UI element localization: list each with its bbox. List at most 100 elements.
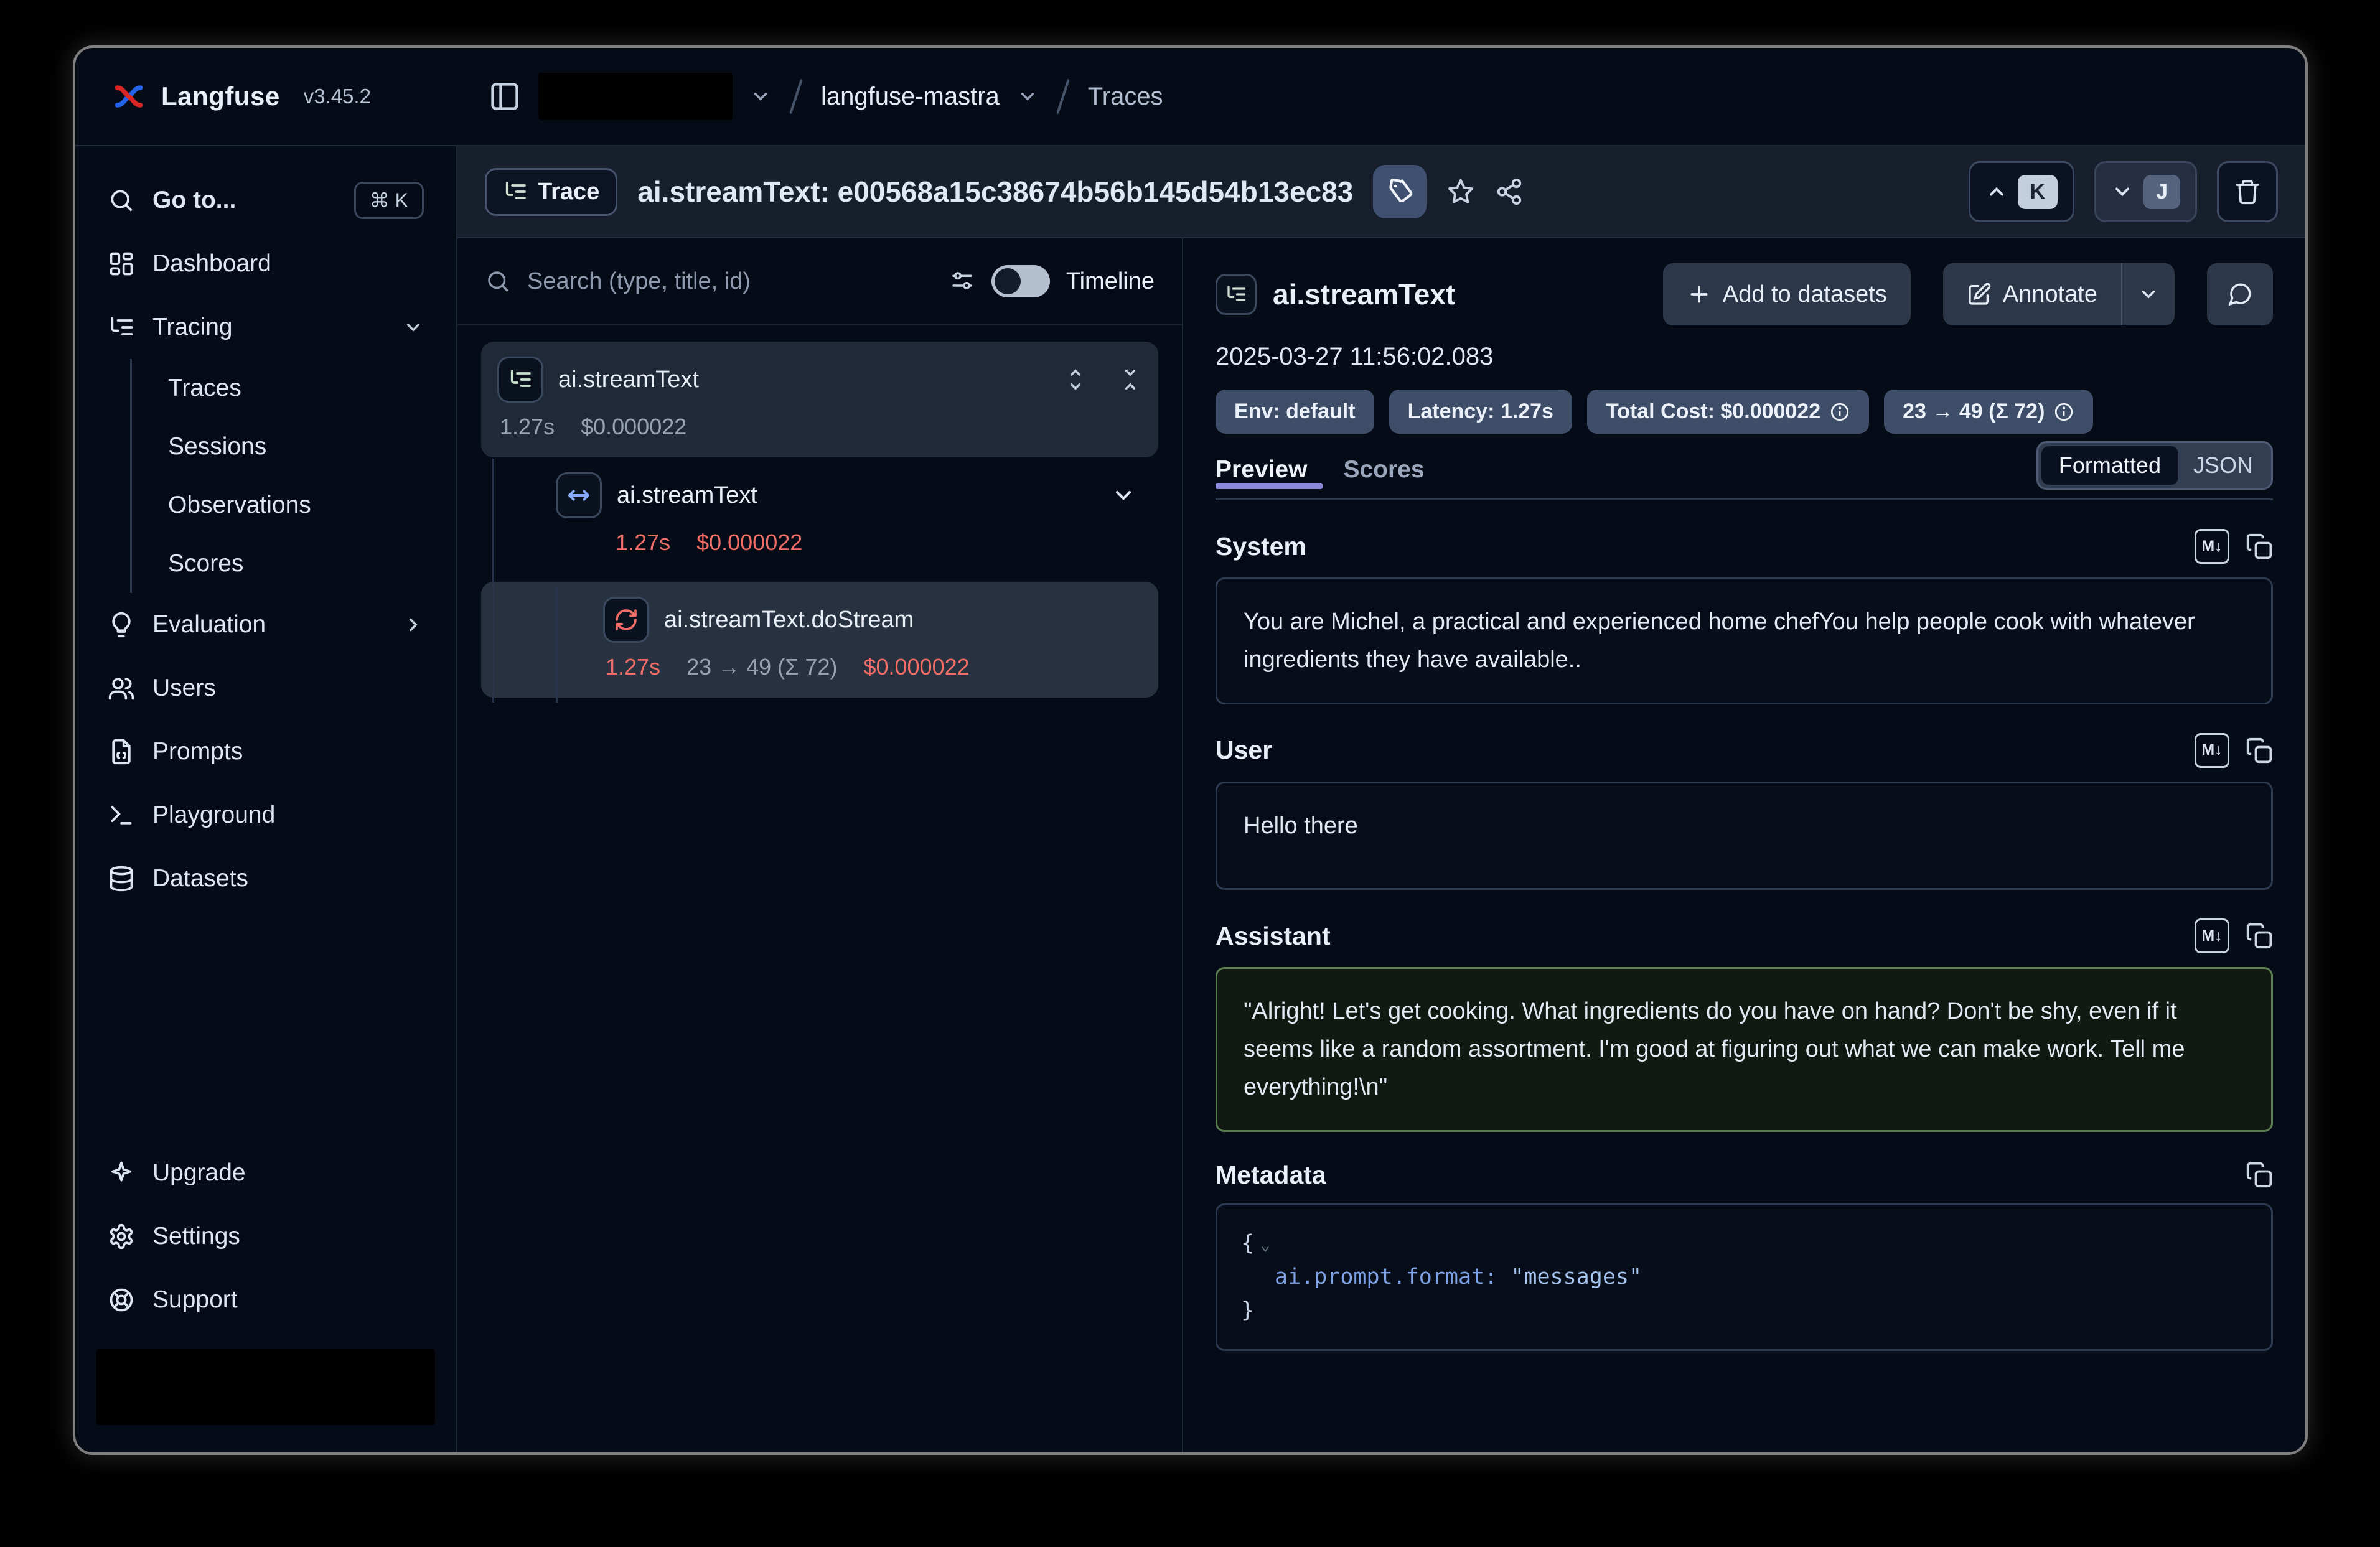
search-input[interactable] (527, 268, 933, 295)
markdown-toggle-icon[interactable]: M↓ (2195, 918, 2229, 953)
pencil-square-icon (1967, 282, 1992, 307)
lightbulb-icon (108, 611, 135, 638)
goto-shortcut-badge: ⌘ K (354, 182, 424, 219)
app-version: v3.45.2 (304, 85, 371, 108)
delete-trace-button[interactable] (2217, 161, 2278, 222)
observation-tree-panel: Timeline ai.streamText (457, 238, 1183, 1452)
generation-node-icon (603, 597, 649, 643)
star-icon[interactable] (1446, 177, 1475, 206)
token-usage-badge[interactable]: 23 → 49 (Σ 72) (1884, 390, 2093, 434)
sidebar-item-traces[interactable]: Traces (164, 359, 441, 418)
app-name: Langfuse (161, 82, 280, 111)
tab-preview[interactable]: Preview (1216, 456, 1307, 484)
sidebar-item-label: Sessions (168, 433, 266, 460)
sidebar-item-label: Upgrade (152, 1159, 246, 1187)
timeline-toggle[interactable] (991, 265, 1050, 297)
chevron-down-icon[interactable] (1111, 483, 1136, 508)
sparkle-icon (108, 1159, 135, 1187)
copy-icon[interactable] (2246, 737, 2273, 764)
detail-tabs: Preview Scores Formatted JSON (1216, 456, 2273, 500)
annotate-dropdown-button[interactable] (2122, 263, 2175, 325)
gear-icon (108, 1223, 135, 1250)
sidebar-item-label: Observations (168, 492, 311, 519)
breadcrumb: langfuse-mastra Traces (457, 73, 2305, 120)
observation-detail-panel: ai.streamText Add to datasets Annotate (1183, 238, 2305, 1452)
tag-button[interactable] (1373, 165, 1427, 218)
format-toggle-formatted[interactable]: Formatted (2041, 446, 2178, 485)
sidebar-item-playground[interactable]: Playground (90, 783, 441, 847)
section-label: System (1216, 532, 2178, 561)
total-cost-badge[interactable]: Total Cost: $0.000022 (1587, 390, 1869, 434)
section-system: System M↓ You are Michel, a practical an… (1216, 529, 2273, 704)
sidebar-item-dashboard[interactable]: Dashboard (90, 232, 441, 296)
breadcrumb-page[interactable]: Traces (1088, 83, 1163, 111)
json-collapse-caret[interactable]: ⌄ (1260, 1236, 1270, 1255)
add-to-datasets-button[interactable]: Add to datasets (1663, 263, 1911, 325)
langfuse-logo-icon (111, 79, 146, 114)
speech-bubble-icon (2227, 281, 2253, 307)
active-tab-underline (1216, 483, 1323, 489)
user-message-content: Hello there (1216, 782, 2273, 890)
sidebar-item-goto[interactable]: Go to... ⌘ K (90, 169, 441, 232)
copy-icon[interactable] (2246, 1161, 2273, 1189)
previous-trace-button[interactable]: K (1969, 161, 2075, 222)
format-toggle: Formatted JSON (2036, 441, 2273, 490)
next-trace-button[interactable]: J (2094, 161, 2197, 222)
filter-sliders-icon[interactable] (949, 268, 975, 294)
top-nav: Langfuse v3.45.2 langfuse-mastra Traces (75, 48, 2305, 146)
plus-icon (1687, 282, 1712, 307)
tab-scores[interactable]: Scores (1343, 456, 1424, 484)
sidebar-item-evaluation[interactable]: Evaluation (90, 593, 441, 657)
token-metric: 23 → 49 (Σ 72) (686, 654, 837, 680)
expand-all-icon[interactable] (1064, 368, 1087, 391)
copy-icon[interactable] (2246, 922, 2273, 950)
trace-node-icon (1216, 274, 1257, 315)
comments-button[interactable] (2207, 263, 2273, 325)
sidebar-item-settings[interactable]: Settings (90, 1205, 441, 1268)
sidebar-item-sessions[interactable]: Sessions (164, 418, 441, 476)
sidebar-item-scores[interactable]: Scores (164, 535, 441, 593)
trace-badge-label: Trace (538, 179, 599, 205)
annotate-button[interactable]: Annotate (1943, 263, 2122, 325)
tree-row-span[interactable]: ai.streamText 1.27s $0.000022 (481, 457, 1158, 573)
sidebar-item-label: Go to... (152, 187, 236, 214)
sidebar-item-support[interactable]: Support (90, 1268, 441, 1332)
tree-row-title: ai.streamText.doStream (664, 607, 914, 633)
json-key: ai.prompt.format: (1275, 1264, 1497, 1289)
latency-metric: 1.27s (500, 414, 555, 440)
tree-row-generation-selected[interactable]: ai.streamText.doStream 1.27s 23 → 49 (Σ … (481, 582, 1158, 698)
shortcut-key-k: K (2018, 175, 2058, 209)
tracing-submenu: Traces Sessions Observations Scores (130, 359, 441, 593)
sidebar-toggle-icon[interactable] (489, 80, 521, 113)
markdown-toggle-icon[interactable]: M↓ (2195, 529, 2229, 564)
chevron-down-icon[interactable] (750, 86, 771, 107)
redacted-user-account[interactable] (96, 1349, 435, 1425)
share-icon[interactable] (1495, 177, 1524, 206)
info-icon (2053, 401, 2074, 423)
tree-row-root[interactable]: ai.streamText 1.27s (481, 342, 1158, 457)
sidebar-item-users[interactable]: Users (90, 657, 441, 720)
breadcrumb-project[interactable]: langfuse-mastra (821, 83, 1000, 111)
collapse-all-icon[interactable] (1118, 368, 1142, 391)
lifebuoy-icon (108, 1286, 135, 1314)
span-node-icon (556, 472, 602, 518)
section-metadata: Metadata {⌄ ai.prompt.format: "messages" (1216, 1161, 2273, 1351)
tree-guide-line (492, 459, 494, 703)
redacted-organization-name[interactable] (538, 73, 733, 120)
add-to-datasets-label: Add to datasets (1723, 281, 1887, 308)
chevron-down-icon[interactable] (1017, 86, 1038, 107)
sidebar-item-tracing[interactable]: Tracing (90, 296, 441, 359)
chevron-down-icon (403, 317, 424, 338)
sidebar-item-observations[interactable]: Observations (164, 476, 441, 535)
sidebar-item-prompts[interactable]: Prompts (90, 720, 441, 783)
breadcrumb-divider (1056, 79, 1070, 114)
format-toggle-json[interactable]: JSON (2178, 446, 2268, 485)
json-open-brace: { (1241, 1231, 1254, 1256)
sidebar-item-datasets[interactable]: Datasets (90, 847, 441, 910)
sidebar-item-upgrade[interactable]: Upgrade (90, 1141, 441, 1205)
cost-metric: $0.000022 (863, 654, 969, 680)
tree-row-title: ai.streamText (617, 482, 757, 509)
observation-title: ai.streamText (1273, 278, 1455, 311)
copy-icon[interactable] (2246, 533, 2273, 560)
markdown-toggle-icon[interactable]: M↓ (2195, 733, 2229, 768)
